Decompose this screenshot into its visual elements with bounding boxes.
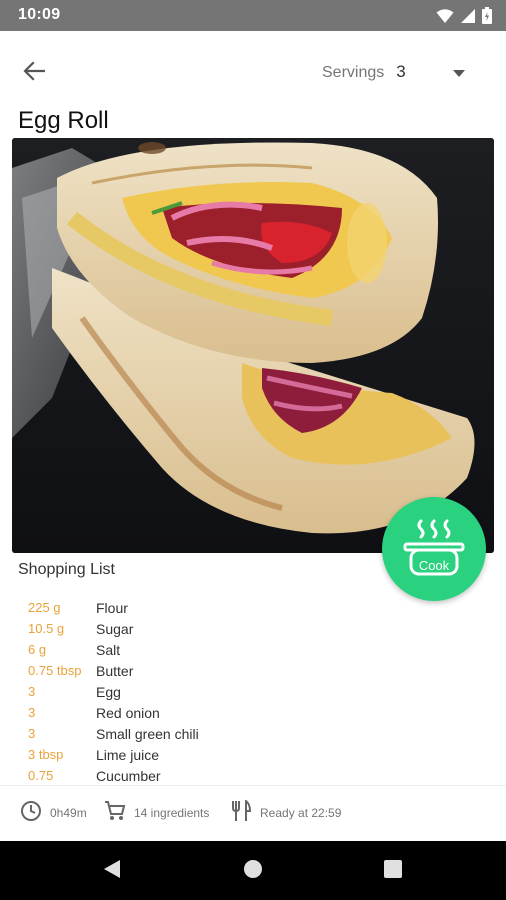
status-icons bbox=[436, 7, 492, 29]
list-item: 225 g Flour bbox=[28, 597, 368, 618]
recipe-image bbox=[12, 138, 494, 553]
battery-icon bbox=[482, 7, 492, 29]
nav-recents-button[interactable] bbox=[382, 859, 404, 883]
ingredient-name: Salt bbox=[96, 641, 121, 658]
app-bar: Servings 3 bbox=[0, 31, 506, 111]
ingredient-quantity: 0.75 tbsp bbox=[28, 663, 82, 678]
system-nav-bar bbox=[0, 841, 506, 900]
ingredient-quantity: 3 bbox=[28, 684, 36, 699]
cook-label: Cook bbox=[418, 558, 450, 573]
ready-time: Ready at 22:59 bbox=[230, 798, 342, 825]
ingredient-name: Sugar bbox=[96, 620, 134, 637]
ingredient-name: Red onion bbox=[96, 704, 160, 721]
ingredient-quantity: 10.5 g bbox=[28, 621, 65, 636]
nav-home-button[interactable] bbox=[242, 859, 264, 884]
shopping-cart-icon bbox=[104, 800, 126, 825]
ready-time-text: Ready at 22:59 bbox=[260, 805, 342, 820]
ingredient-name: Lime juice bbox=[96, 746, 160, 763]
ingredient-name: Egg bbox=[96, 683, 121, 700]
home-circle-icon bbox=[243, 859, 263, 884]
shopping-list-heading: Shopping List bbox=[18, 561, 115, 578]
cook-button[interactable]: Cook bbox=[382, 497, 486, 601]
caret-down-icon bbox=[453, 64, 465, 82]
ingredient-count-text: 14 ingredients bbox=[134, 805, 210, 820]
back-button[interactable] bbox=[20, 59, 48, 87]
status-bar: 10:09 bbox=[0, 0, 506, 31]
servings-selector[interactable]: Servings 3 bbox=[322, 62, 406, 82]
ingredient-quantity: 225 g bbox=[28, 600, 61, 615]
recents-square-icon bbox=[384, 859, 402, 883]
signal-icon bbox=[460, 8, 476, 29]
back-triangle-icon bbox=[103, 859, 121, 884]
servings-value[interactable]: 3 bbox=[396, 62, 405, 82]
servings-label: Servings bbox=[322, 64, 385, 81]
ingredient-name: Cucumber bbox=[96, 767, 161, 784]
clock-icon bbox=[20, 800, 42, 825]
wifi-icon bbox=[436, 8, 454, 29]
total-time-text: 0h49m bbox=[50, 805, 87, 820]
list-item: 0.75 tbsp Butter bbox=[28, 660, 368, 681]
list-item: 6 g Salt bbox=[28, 639, 368, 660]
recipe-info-bar: 0h49m 14 ingredients Ready at 22:59 bbox=[0, 785, 506, 841]
list-item: 0.75 Cucumber bbox=[28, 765, 368, 786]
ingredient-quantity: 3 tbsp bbox=[28, 747, 64, 762]
ingredient-name: Small green chili bbox=[96, 725, 199, 742]
fork-knife-icon bbox=[230, 798, 252, 825]
arrow-left-icon bbox=[23, 60, 46, 86]
list-item: 3 tbsp Lime juice bbox=[28, 744, 368, 765]
nav-back-button[interactable] bbox=[101, 859, 123, 884]
servings-dropdown-button[interactable] bbox=[446, 63, 472, 83]
list-item: 3 Egg bbox=[28, 681, 368, 702]
ingredient-quantity: 0.75 bbox=[28, 768, 54, 783]
ingredient-quantity: 6 g bbox=[28, 642, 47, 657]
total-time: 0h49m bbox=[20, 800, 87, 825]
ingredient-name: Flour bbox=[96, 599, 128, 616]
list-item: 10.5 g Sugar bbox=[28, 618, 368, 639]
ingredient-name: Butter bbox=[96, 662, 134, 679]
list-item: 3 Small green chili bbox=[28, 723, 368, 744]
ingredient-count: 14 ingredients bbox=[104, 800, 209, 825]
list-item: 3 Red onion bbox=[28, 702, 368, 723]
recipe-title: Egg Roll bbox=[18, 107, 109, 134]
status-time: 10:09 bbox=[18, 6, 61, 23]
ingredient-quantity: 3 bbox=[28, 726, 36, 741]
ingredient-list: 225 g Flour 10.5 g Sugar 6 g Salt 0.75 t… bbox=[28, 597, 368, 786]
ingredient-quantity: 3 bbox=[28, 705, 36, 720]
